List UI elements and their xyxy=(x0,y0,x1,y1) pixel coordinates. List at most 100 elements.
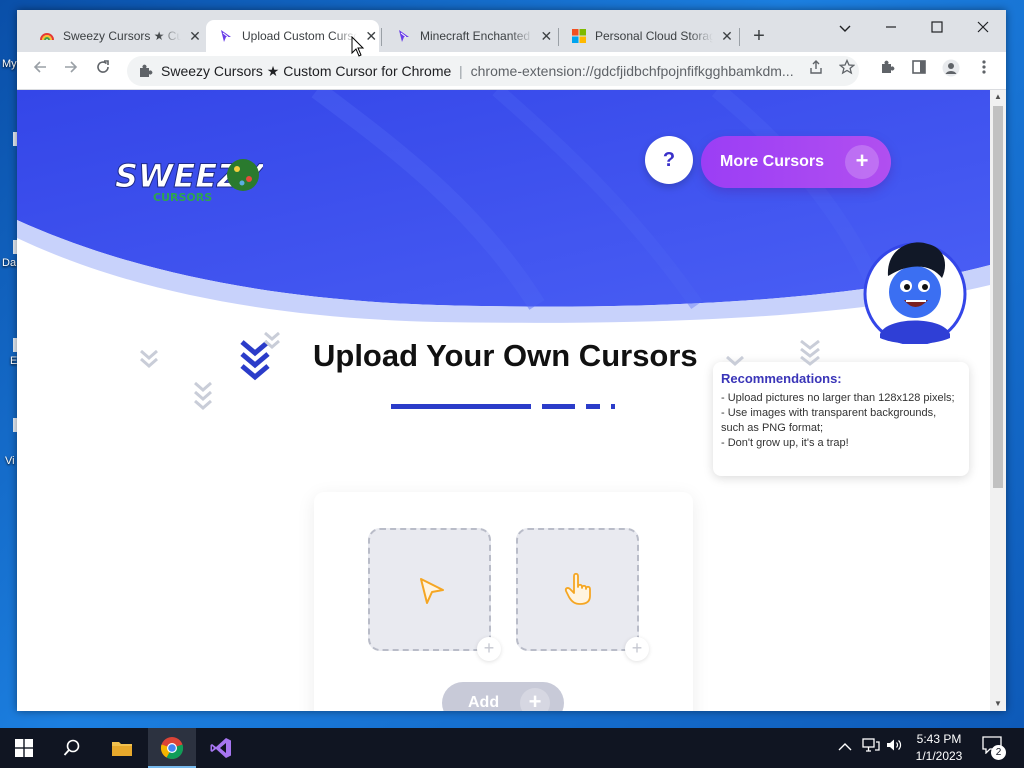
back-button[interactable] xyxy=(27,58,53,84)
hero-banner xyxy=(17,90,990,323)
visual-studio-button[interactable] xyxy=(197,728,245,768)
site-name: Sweezy Cursors ★ Custom Cursor for Chrom… xyxy=(161,62,451,79)
tab-title: Upload Custom Cursors xyxy=(242,29,358,43)
start-button[interactable] xyxy=(0,728,48,768)
more-cursors-label: More Cursors xyxy=(720,153,825,170)
tooltip-line: - Upload pictures no larger than 128x128… xyxy=(721,392,955,404)
window-close-button[interactable] xyxy=(960,14,1006,42)
scroll-down-arrow-icon[interactable]: ▼ xyxy=(990,697,1006,711)
tab-separator xyxy=(739,28,740,46)
side-panel-button[interactable] xyxy=(910,59,928,77)
tray-overflow-button[interactable] xyxy=(838,728,852,768)
chevron-down-decor-icon xyxy=(726,355,744,366)
extension-icon xyxy=(140,64,153,77)
tooltip-title: Recommendations: xyxy=(721,371,842,386)
page-scrollbar[interactable]: ▲ ▼ xyxy=(990,90,1006,711)
reload-icon xyxy=(97,60,109,73)
page-viewport: SWEEZY CURSORS ? More Cursors + Recommen… xyxy=(17,90,990,711)
new-tab-button[interactable]: + xyxy=(747,25,771,49)
close-icon xyxy=(977,21,989,33)
menu-button[interactable] xyxy=(975,59,993,77)
notifications-button[interactable]: 2 xyxy=(982,736,1006,760)
upload-card: + + Add + xyxy=(314,492,693,711)
tab-separator xyxy=(381,28,382,46)
hand-cursor-slot[interactable]: + xyxy=(516,528,649,661)
taskbar: 5:43 PM 1/1/2023 2 xyxy=(0,728,1024,768)
chevron-down-decor-icon xyxy=(140,349,158,368)
notification-count-badge: 2 xyxy=(991,745,1006,760)
sweezy-logo: SWEEZY CURSORS xyxy=(115,157,264,205)
browser-window: Sweezy Cursors ★ Custom Cursor for Chrom… xyxy=(17,10,1006,711)
address-bar[interactable]: Sweezy Cursors ★ Custom Cursor for Chrom… xyxy=(127,56,859,86)
kebab-menu-icon xyxy=(982,60,986,74)
tooltip-line: - Don't grow up, it's a trap! xyxy=(721,437,849,449)
network-button[interactable] xyxy=(862,728,880,768)
help-button[interactable]: ? xyxy=(645,136,693,184)
tab-title: Sweezy Cursors ★ Custom Cursor for Chrom… xyxy=(63,29,181,43)
share-button[interactable] xyxy=(807,59,825,77)
search-button[interactable] xyxy=(48,728,96,768)
tab-search-button[interactable] xyxy=(822,14,868,42)
tab-sweezy-cursors[interactable]: Sweezy Cursors ★ Custom Cursor for Chrom… xyxy=(29,20,209,52)
chrome-button[interactable] xyxy=(148,728,196,768)
desktop-icon-label[interactable]: My xyxy=(2,58,17,70)
extensions-button[interactable] xyxy=(878,59,896,77)
desktop-icon-label[interactable]: Vi xyxy=(5,455,15,467)
folder-icon xyxy=(112,742,132,756)
side-panel-icon xyxy=(912,60,926,74)
close-icon[interactable]: ✕ xyxy=(539,28,554,44)
close-icon[interactable]: ✕ xyxy=(363,28,379,44)
tab-separator xyxy=(558,28,559,46)
chrome-icon xyxy=(160,737,184,760)
tab-title: Personal Cloud Storage xyxy=(595,29,713,43)
sweezy-logo-icon xyxy=(221,30,231,42)
url-text: chrome-extension://gdcfjidbchfpojnfifkgg… xyxy=(470,63,794,79)
puzzle-icon xyxy=(882,60,895,73)
plus-icon[interactable]: + xyxy=(625,637,649,661)
arrow-cursor-icon xyxy=(420,578,444,604)
sweezy-rainbow-icon xyxy=(40,33,54,41)
close-icon[interactable]: ✕ xyxy=(719,28,735,44)
maximize-button[interactable] xyxy=(914,14,960,42)
tooltip-line: - Use images with transparent background… xyxy=(721,407,937,434)
volume-button[interactable] xyxy=(886,728,902,768)
system-clock[interactable]: 5:43 PM 1/1/2023 xyxy=(906,731,972,765)
minimize-button[interactable] xyxy=(868,14,914,42)
bookmark-button[interactable] xyxy=(838,58,856,77)
speaker-icon xyxy=(887,739,902,751)
logo-subtext: CURSORS xyxy=(153,191,212,204)
chevron-down-icon xyxy=(839,25,851,32)
plus-icon: + xyxy=(845,145,879,179)
plus-icon[interactable]: + xyxy=(477,637,501,661)
desktop-icon-label[interactable]: Da xyxy=(2,257,16,269)
plus-icon: + xyxy=(520,688,550,711)
share-icon xyxy=(810,60,822,74)
close-icon[interactable]: ✕ xyxy=(187,28,203,44)
network-icon xyxy=(862,738,880,752)
clock-date: 1/1/2023 xyxy=(915,749,963,763)
chevron-up-icon xyxy=(838,743,852,751)
more-cursors-button[interactable]: More Cursors + xyxy=(701,136,891,188)
tab-personal-cloud-storage[interactable]: Personal Cloud Storage ✕ xyxy=(561,20,737,52)
forward-button[interactable] xyxy=(58,58,84,84)
tab-minecraft-enchanted[interactable]: Minecraft Enchanted Cursors ✕ xyxy=(384,20,554,52)
chevron-down-decor-icon xyxy=(194,381,212,410)
recommendations-tooltip: Recommendations: - Upload pictures no la… xyxy=(713,362,969,476)
add-label: Add xyxy=(468,694,500,711)
arrow-right-icon xyxy=(65,61,78,73)
profile-icon xyxy=(942,59,960,77)
windows-logo-icon xyxy=(15,739,33,757)
mascot-avatar xyxy=(863,242,967,344)
profile-button[interactable] xyxy=(942,59,960,77)
scrollbar-thumb[interactable] xyxy=(993,106,1003,488)
sweezy-logo-icon xyxy=(399,30,409,42)
scroll-up-arrow-icon[interactable]: ▲ xyxy=(990,90,1006,104)
reload-button[interactable] xyxy=(90,58,116,84)
file-explorer-button[interactable] xyxy=(98,728,146,768)
pointer-cursor-slot[interactable]: + xyxy=(368,528,501,661)
tab-title: Minecraft Enchanted Cursors xyxy=(420,29,533,43)
add-button[interactable]: Add + xyxy=(442,682,564,711)
search-icon xyxy=(63,739,80,756)
chevron-down-decor-icon xyxy=(800,339,820,366)
star-icon xyxy=(838,58,856,75)
